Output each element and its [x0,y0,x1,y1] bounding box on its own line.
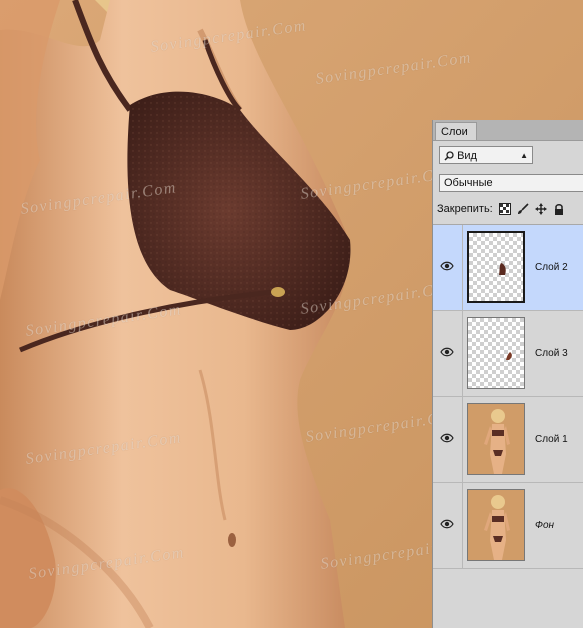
lock-paint-icon[interactable] [517,203,529,215]
layer-row-sloi-2[interactable]: Слой 2 [433,225,583,311]
layer-thumbnail [467,489,525,561]
layer-row-sloi-3[interactable]: Слой 3 [433,311,583,397]
layer-name: Слой 2 [535,262,568,273]
tab-layers[interactable]: Слои [435,122,477,140]
lock-label: Закрепить: [437,203,493,215]
layers-panel: Слои Вид ▲ Обычные Закрепить: Слой 2 Сло… [432,120,583,628]
visibility-toggle[interactable] [433,483,463,568]
layer-row-background[interactable]: Фон [433,483,583,569]
layer-thumbnail [467,231,525,303]
lock-row: Закрепить: [437,203,565,215]
eye-icon [440,347,454,357]
lock-transparent-icon[interactable] [498,203,511,215]
blend-mode-select[interactable]: Обычные [439,174,583,192]
lock-all-icon[interactable] [553,203,565,215]
layer-name: Слой 1 [535,434,568,445]
lock-move-icon[interactable] [534,203,547,215]
chevron-updown-icon: ▲ [520,151,528,160]
eye-icon [440,433,454,443]
layer-filter-label: Вид [457,150,477,162]
layer-thumbnail [467,403,525,475]
panel-empty-area [433,573,583,628]
eye-icon [440,261,454,271]
panel-tab-bar: Слои [433,120,583,141]
visibility-toggle[interactable] [433,397,463,482]
layer-filter-select[interactable]: Вид ▲ [439,146,533,164]
layer-thumbnail [467,317,525,389]
eye-icon [440,519,454,529]
layer-row-sloi-1[interactable]: Слой 1 [433,397,583,483]
visibility-toggle[interactable] [433,225,463,310]
search-icon [444,149,454,167]
layer-name: Слой 3 [535,348,568,359]
layer-name: Фон [535,520,555,531]
visibility-toggle[interactable] [433,311,463,396]
